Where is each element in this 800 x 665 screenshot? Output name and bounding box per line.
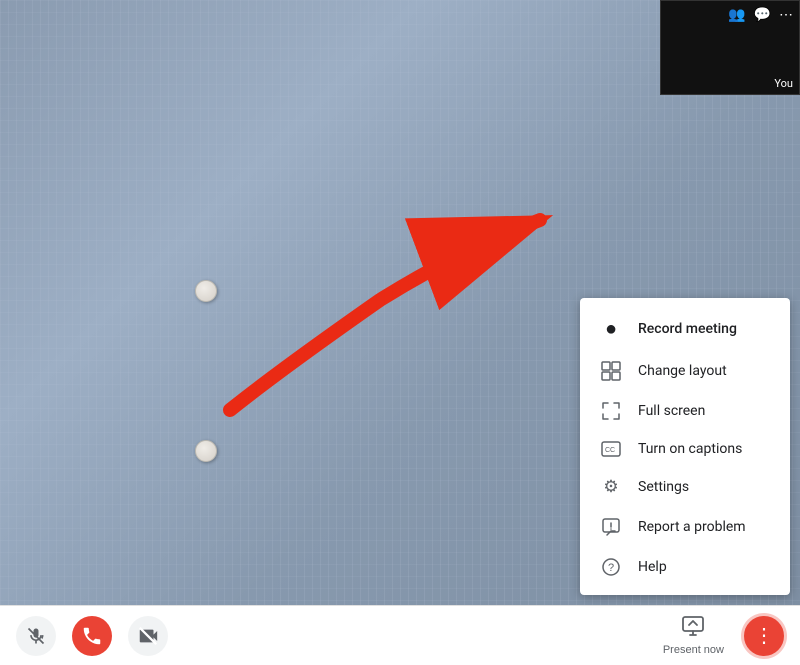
record-icon: ● — [600, 316, 622, 341]
settings-icon: ⚙ — [600, 477, 622, 497]
people-icon[interactable]: 👥 — [728, 7, 745, 23]
camera-button[interactable] — [128, 616, 168, 656]
chat-icon[interactable]: 💬 — [754, 7, 771, 23]
help-icon: ? — [600, 557, 622, 577]
menu-item-layout[interactable]: Change layout — [580, 351, 790, 391]
present-now-button[interactable]: Present now — [651, 612, 736, 660]
menu-item-settings-label: Settings — [638, 479, 689, 495]
report-icon — [600, 517, 622, 537]
thumbnail-you-label: You — [774, 77, 793, 90]
present-label: Present now — [663, 644, 724, 656]
menu-item-fullscreen-label: Full screen — [638, 403, 705, 419]
more-options-button[interactable]: ⋮ — [744, 616, 784, 656]
menu-item-help-label: Help — [638, 559, 667, 575]
media-controls — [16, 616, 168, 656]
self-thumbnail: 👥 💬 ⋯ You — [660, 0, 800, 95]
menu-item-report-label: Report a problem — [638, 519, 746, 535]
menu-item-help[interactable]: ? Help — [580, 547, 790, 587]
menu-item-record[interactable]: ● Record meeting — [580, 306, 790, 351]
menu-item-captions[interactable]: CC Turn on captions — [580, 431, 790, 467]
menu-item-report[interactable]: Report a problem — [580, 507, 790, 547]
menu-item-layout-label: Change layout — [638, 363, 727, 379]
layout-icon — [600, 361, 622, 381]
captions-icon: CC — [600, 441, 622, 457]
menu-item-fullscreen[interactable]: Full screen — [580, 391, 790, 431]
svg-text:?: ? — [608, 562, 614, 574]
fullscreen-icon — [600, 401, 622, 421]
menu-item-record-label: Record meeting — [638, 321, 737, 337]
shirt-button-1 — [195, 280, 217, 302]
shirt-button-2 — [195, 440, 217, 462]
more-dots-icon: ⋮ — [754, 623, 774, 648]
present-icon — [681, 616, 705, 642]
menu-item-captions-label: Turn on captions — [638, 441, 742, 457]
bottom-toolbar: Present now ⋮ — [0, 605, 800, 665]
mute-button[interactable] — [16, 616, 56, 656]
thumbnail-controls: 👥 💬 ⋯ — [728, 7, 793, 23]
extra-controls: Present now ⋮ — [651, 612, 784, 660]
more-options-icon[interactable]: ⋯ — [779, 7, 793, 23]
svg-text:CC: CC — [605, 447, 615, 454]
end-call-button[interactable] — [72, 616, 112, 656]
menu-item-settings[interactable]: ⚙ Settings — [580, 467, 790, 507]
context-menu: ● Record meeting Change layout Full scre… — [580, 298, 790, 595]
